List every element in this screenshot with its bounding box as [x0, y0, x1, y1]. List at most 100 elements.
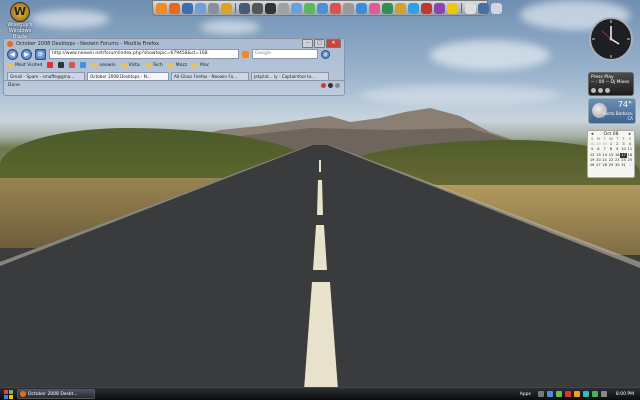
thunderbird-icon[interactable]	[182, 2, 193, 14]
bookmark-item[interactable]: Vista	[120, 62, 140, 68]
play-button[interactable]	[598, 88, 603, 93]
recycle-icon[interactable]	[304, 2, 315, 14]
navigation-toolbar: ◀ ▶ ⟳ http://www.neowin.net/forum/index.…	[4, 48, 344, 60]
notes-icon[interactable]	[447, 2, 458, 14]
email-icon[interactable]	[195, 2, 206, 14]
power-icon[interactable]	[600, 391, 607, 397]
calendar-days: 28 29 30 1 2 3 4 5 6 7 8 9 10 11 12 13 14 15 16 17 18 19 20 21 2…	[589, 142, 633, 168]
addon-icon[interactable]	[328, 83, 333, 88]
folder-icon	[167, 62, 174, 68]
next-button[interactable]	[605, 88, 610, 93]
chart-icon[interactable]	[395, 2, 406, 14]
bookmarks-toolbar: Most Visited neowin Vista Tech Mozz Mac	[4, 60, 344, 70]
media-icon[interactable]	[369, 2, 380, 14]
clock-time[interactable]: 8:00 PM	[616, 392, 634, 397]
bookmark-label: Vista	[128, 62, 140, 68]
taskbar-item-firefox[interactable]: October 2008 Deskt...	[17, 389, 95, 399]
search-input[interactable]: Google	[252, 49, 318, 59]
bookmark-item[interactable]	[58, 62, 65, 68]
media-track: -- : 00 -- Dj Mixes	[591, 80, 630, 85]
dock-separator	[235, 3, 236, 13]
bookmark-label: Mozz	[175, 62, 188, 68]
status-addon-icon[interactable]	[335, 83, 340, 88]
calendar-gadget[interactable]: ◂ Oct 08 ▸ SMTWTFS 28 29 30 1 2 3 4 5 6 7 8 9 10 11 12…	[587, 130, 635, 178]
security-icon[interactable]	[564, 391, 571, 397]
sync-icon[interactable]	[582, 391, 589, 397]
weather-location: Santa Barbara, CA	[603, 111, 634, 121]
globe-icon[interactable]	[356, 2, 367, 14]
tab[interactable]: All-Glass Firefox - Neowin Fo...	[171, 72, 249, 80]
tray-arrow-icon[interactable]	[537, 391, 544, 397]
flag-icon[interactable]	[434, 2, 445, 14]
maximize-button[interactable]: □	[314, 39, 325, 48]
prev-button[interactable]	[591, 88, 596, 93]
bookmark-item[interactable]: neowin	[91, 62, 116, 68]
bookmark-item[interactable]: Mac	[192, 62, 210, 68]
clock-gadget	[589, 17, 633, 61]
search-button[interactable]: ⌕	[321, 49, 330, 59]
winamp-icon[interactable]	[221, 2, 232, 14]
url-input[interactable]: http://www.neowin.net/forum/index.php?sh…	[49, 49, 239, 59]
apps-menu[interactable]: Apps	[520, 392, 531, 397]
rss-icon[interactable]	[242, 50, 249, 58]
media-player-gadget[interactable]: Press Play -- : 00 -- Dj Mixes	[588, 72, 634, 96]
forward-button[interactable]: ▶	[21, 48, 32, 60]
volume-icon[interactable]	[555, 391, 562, 397]
terminal-icon[interactable]	[265, 2, 276, 14]
camera-icon[interactable]	[252, 2, 263, 14]
photo-icon[interactable]	[317, 2, 328, 14]
calendar-icon[interactable]	[421, 2, 432, 14]
earth-icon[interactable]	[382, 2, 393, 14]
update-icon[interactable]	[573, 391, 580, 397]
desktop-shortcut[interactable]: W Wiseguy's Windows Blade	[2, 2, 38, 40]
trash-icon[interactable]	[491, 2, 502, 14]
dock-separator	[461, 3, 462, 13]
back-button[interactable]: ◀	[7, 48, 18, 60]
site-favicon-icon	[80, 62, 87, 68]
bookmark-item[interactable]	[47, 62, 54, 68]
dock	[152, 0, 502, 16]
bookmark-item[interactable]	[80, 62, 87, 68]
tab[interactable]: Jetpilot... ly - Captainfool to...	[251, 72, 329, 80]
bookmark-label: neowin	[99, 62, 116, 68]
taskbar: October 2008 Deskt... Apps 8:00 PM	[0, 387, 640, 400]
site-favicon-icon	[58, 62, 65, 68]
start-button[interactable]	[4, 389, 13, 399]
firefox-window[interactable]: October 2008 Desktops - Neowin Forums - …	[3, 38, 345, 96]
minimize-button[interactable]: –	[302, 39, 313, 48]
weather-gadget[interactable]: 74° Santa Barbara, CA	[588, 98, 636, 124]
folder-icon	[120, 62, 127, 68]
title-bar[interactable]: October 2008 Desktops - Neowin Forums - …	[4, 39, 344, 48]
messenger-icon[interactable]	[591, 391, 598, 397]
tab-strip: Gmail - Spam - smaffe@gma... October 2008…	[4, 70, 344, 81]
firefox-icon[interactable]	[169, 2, 180, 14]
network-icon[interactable]	[546, 391, 553, 397]
reload-button[interactable]: ⟳	[35, 48, 46, 60]
skype-icon[interactable]	[408, 2, 419, 14]
flame-icon[interactable]	[156, 2, 167, 14]
network-icon[interactable]	[239, 2, 250, 14]
bookmark-item[interactable]: Mozz	[167, 62, 188, 68]
folder-icon	[7, 62, 13, 68]
calendar-day[interactable]: 1	[627, 163, 633, 168]
paint-icon[interactable]	[291, 2, 302, 14]
folder-icon	[91, 62, 98, 68]
pin-icon[interactable]	[330, 2, 341, 14]
bookmark-label: Mac	[200, 62, 210, 68]
hdd-icon[interactable]	[208, 2, 219, 14]
gear-icon[interactable]	[343, 2, 354, 14]
display-icon[interactable]	[478, 2, 489, 14]
bookmark-item[interactable]: Tech	[144, 62, 163, 68]
tab[interactable]: Gmail - Spam - smaffe@gma...	[7, 72, 85, 80]
taskbar-item-label: October 2008 Deskt...	[28, 391, 78, 397]
monitor-icon[interactable]	[465, 2, 476, 14]
site-favicon-icon	[47, 62, 54, 68]
tab[interactable]: October 2008 Desktops - N...	[87, 72, 169, 80]
bookmark-item[interactable]: Most Visited	[7, 62, 42, 68]
status-text: Done	[8, 83, 20, 88]
bookmark-item[interactable]	[69, 62, 76, 68]
close-button[interactable]: ✕	[326, 39, 341, 48]
bookmark-label: Tech	[152, 62, 163, 68]
tools-icon[interactable]	[278, 2, 289, 14]
adblock-icon[interactable]	[321, 83, 326, 88]
